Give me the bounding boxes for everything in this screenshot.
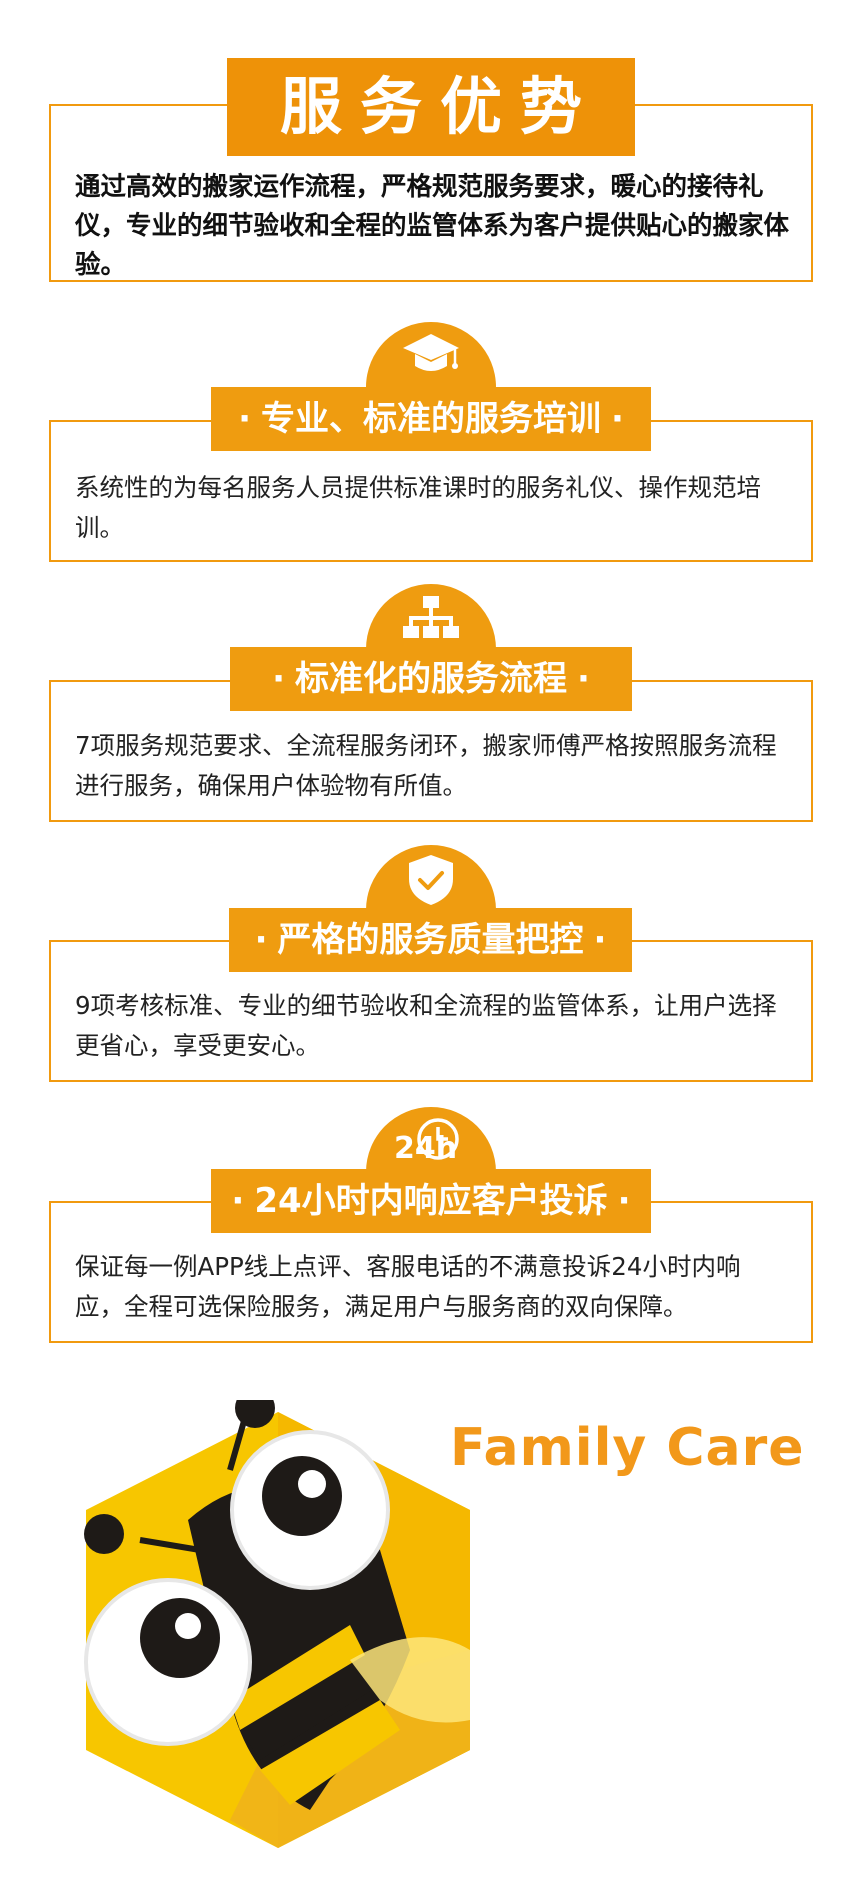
section-body-training: 系统性的为每名服务人员提供标准课时的服务礼仪、操作规范培训。 bbox=[75, 473, 761, 542]
section-body-process: 7项服务规范要求、全流程服务闭环，搬家师傅严格按照服务流程进行服务，确保用户体验… bbox=[75, 731, 777, 800]
section-body-complaints: 保证每一例APP线上点评、客服电话的不满意投诉24小时内响应，全程可选保险服务，… bbox=[75, 1252, 741, 1321]
section-icon-badge bbox=[366, 584, 496, 649]
shield-check-icon bbox=[409, 855, 453, 905]
graduation-cap-icon bbox=[403, 334, 459, 371]
section-body-quality: 9项考核标准、专业的细节验收和全流程的监管体系，让用户选择更省心，享受更安心。 bbox=[75, 991, 777, 1060]
page-title: 服务优势 bbox=[227, 58, 635, 156]
flowchart-icon bbox=[403, 596, 459, 638]
section-icon-badge bbox=[366, 322, 496, 387]
section-title-process: · 标准化的服务流程 · bbox=[230, 647, 632, 711]
24h-clock-icon: 24h bbox=[394, 1118, 459, 1166]
bee-logo-icon bbox=[84, 1400, 470, 1848]
intro-text: 通过高效的搬家运作流程，严格规范服务要求，暖心的接待礼仪，专业的细节验收和全程的… bbox=[75, 172, 790, 280]
section-icon-badge: 24h bbox=[366, 1107, 496, 1172]
brand-wordmark: Family Care bbox=[450, 1418, 805, 1478]
24h-icon-label: 24h bbox=[394, 1131, 457, 1166]
section-title-training: · 专业、标准的服务培训 · bbox=[211, 387, 651, 451]
section-title-complaints: · 24小时内响应客户投诉 · bbox=[211, 1169, 651, 1233]
section-title-quality: · 严格的服务质量把控 · bbox=[229, 908, 632, 972]
section-icon-badge bbox=[366, 845, 496, 910]
